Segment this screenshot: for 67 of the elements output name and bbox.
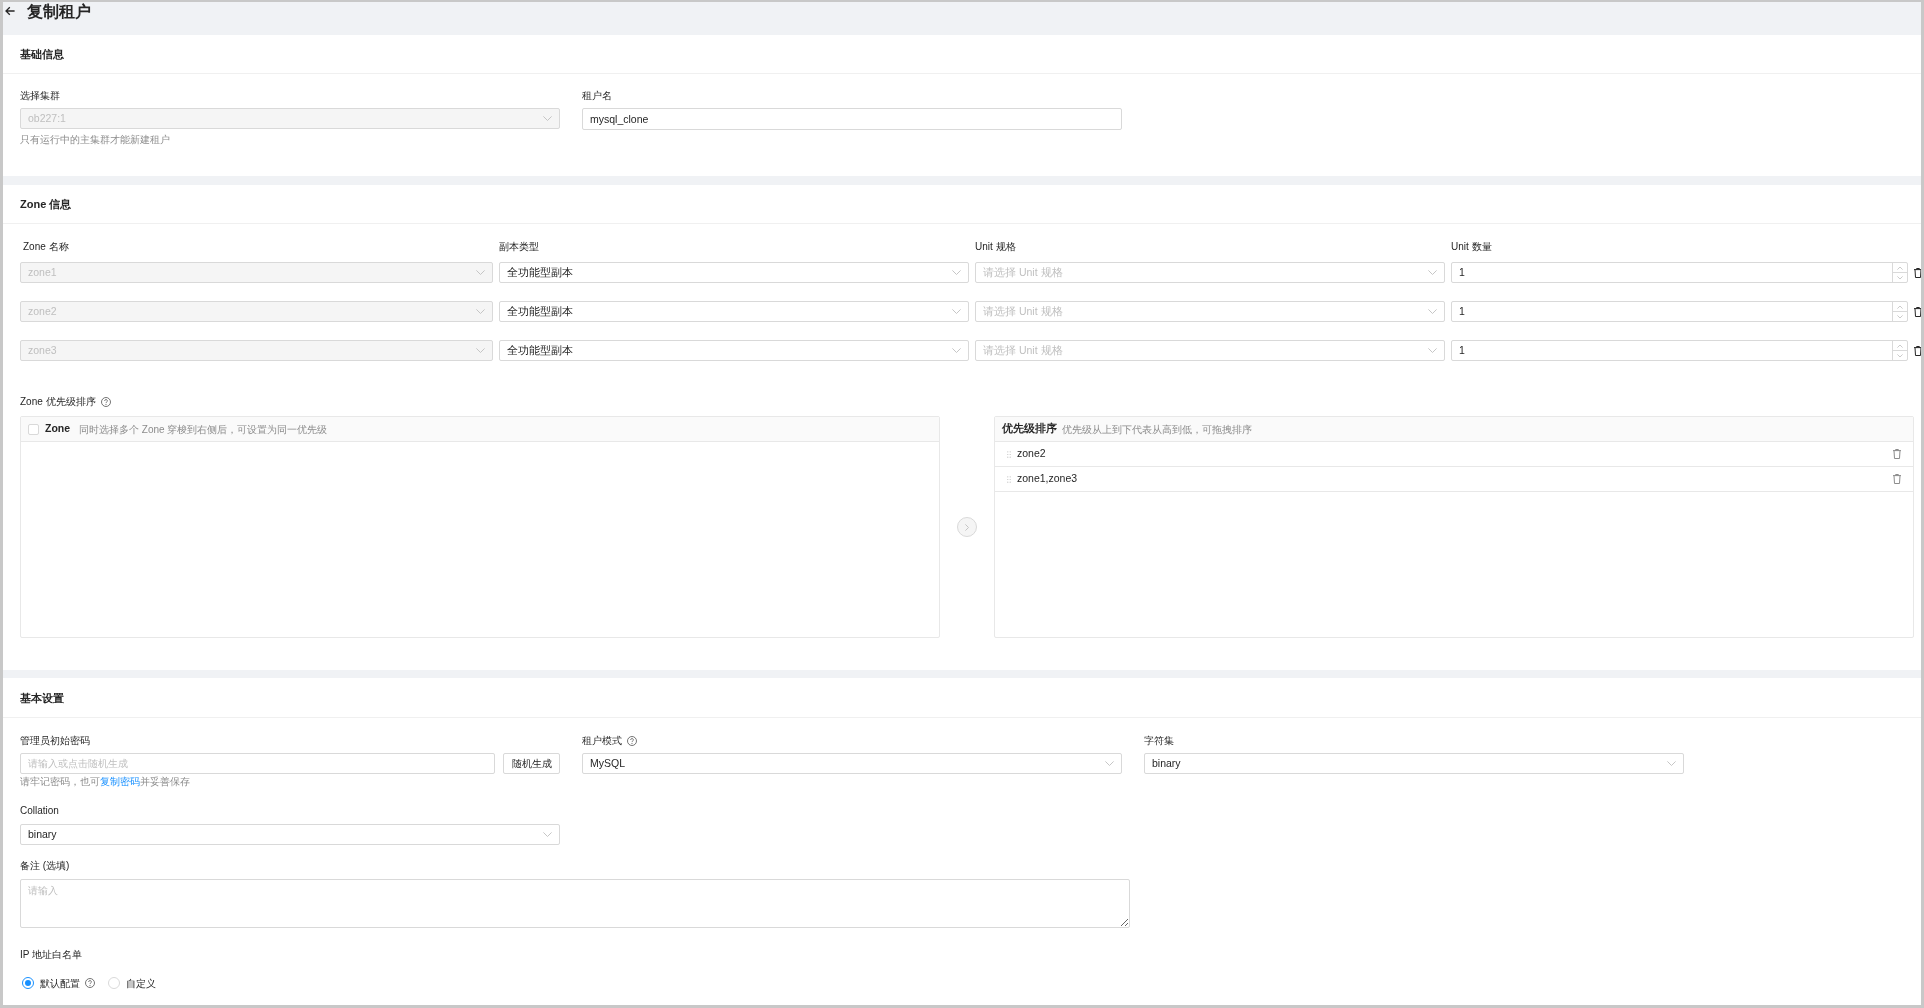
zone-label: zone1,zone3 [1017, 471, 1078, 487]
field-label: 备注 (选填) [20, 859, 70, 873]
chevron-down-icon [543, 116, 552, 121]
field-hint: 只有运行中的主集群才能新建租户 [20, 133, 170, 147]
chevron-down-icon [1428, 348, 1437, 353]
field-label: Zone 优先级排序 [20, 395, 96, 409]
section-title: Zone 信息 [20, 197, 72, 212]
trash-icon[interactable] [1914, 267, 1921, 278]
chevron-down-icon [1105, 761, 1114, 766]
trash-icon[interactable] [1914, 306, 1921, 317]
number-input[interactable]: 1 [1451, 340, 1908, 361]
column-header: Zone 名称 [23, 240, 69, 254]
page-title: 复制租户 [27, 2, 91, 22]
replica-type-select[interactable]: 全功能型副本 [499, 340, 969, 361]
chevron-up-icon[interactable] [1897, 304, 1903, 309]
tenant-name-input[interactable]: mysql_clone [582, 108, 1122, 130]
password-hint: 请牢记密码，也可复制密码并妥善保存 [20, 775, 190, 789]
panel-title: 优先级排序 [1002, 421, 1057, 437]
chevron-down-icon [952, 270, 961, 275]
field-label: 租户模式 [582, 734, 622, 748]
panel-hint: 同时选择多个 Zone 穿梭到右侧后，可设置为同一优先级 [79, 422, 328, 437]
chevron-down-icon[interactable] [1897, 314, 1903, 319]
chevron-down-icon [1428, 270, 1437, 275]
charset-select[interactable]: binary [1144, 753, 1684, 774]
panel-title: Zone [45, 421, 71, 437]
chevron-down-icon [952, 348, 961, 353]
column-header: 副本类型 [499, 240, 539, 254]
replica-type-select[interactable]: 全功能型副本 [499, 301, 969, 322]
help-icon[interactable] [85, 978, 95, 988]
radio-label[interactable]: 默认配置 [40, 975, 80, 991]
chevron-down-icon [1667, 761, 1676, 766]
radio-label[interactable]: 自定义 [126, 975, 156, 991]
random-generate-button[interactable]: 随机生成 [503, 753, 560, 774]
trash-icon[interactable] [1914, 345, 1921, 356]
field-label: 租户名 [582, 89, 612, 103]
column-header: Unit 数量 [1451, 240, 1492, 254]
chevron-down-icon [1428, 309, 1437, 314]
tenant-mode-select[interactable]: MySQL [582, 753, 1122, 774]
chevron-down-icon[interactable] [1897, 353, 1903, 358]
panel-hint: 优先级从上到下代表从高到低，可拖拽排序 [1062, 422, 1252, 437]
chevron-down-icon [543, 832, 552, 837]
replica-type-select[interactable]: 全功能型副本 [499, 262, 969, 283]
collation-select[interactable]: binary [20, 824, 560, 845]
chevron-up-icon[interactable] [1897, 265, 1903, 270]
help-icon[interactable] [627, 736, 637, 746]
section-title: 基础信息 [20, 47, 64, 62]
checkbox[interactable] [28, 423, 39, 435]
number-input[interactable]: 1 [1451, 301, 1908, 322]
field-label: Collation [20, 804, 59, 818]
chevron-down-icon [476, 348, 485, 353]
field-label: 字符集 [1144, 734, 1174, 748]
chevron-down-icon [476, 309, 485, 314]
number-input[interactable]: 1 [1451, 262, 1908, 283]
field-label: 选择集群 [20, 89, 60, 103]
field-label: IP 地址白名单 [20, 948, 83, 962]
chevron-up-icon[interactable] [1897, 343, 1903, 348]
zone-label: zone2 [1017, 446, 1046, 462]
help-icon[interactable] [100, 397, 111, 407]
chevron-down-icon [952, 309, 961, 314]
radio-button[interactable] [22, 977, 34, 989]
field-label: 管理员初始密码 [20, 734, 90, 748]
column-header: Unit 规格 [975, 240, 1016, 254]
chevron-right-icon [965, 523, 969, 531]
back-arrow-icon[interactable] [5, 6, 15, 16]
chevron-down-icon[interactable] [1897, 275, 1903, 280]
chevron-down-icon [476, 270, 485, 275]
section-title: 基本设置 [20, 690, 64, 706]
